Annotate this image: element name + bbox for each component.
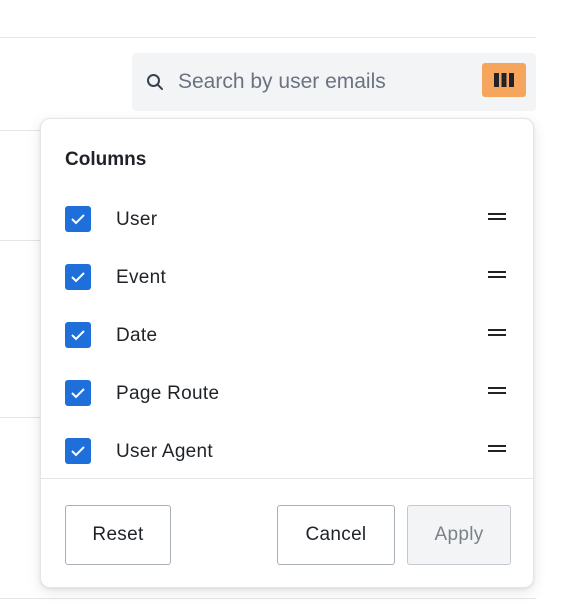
apply-button[interactable]: Apply [407, 505, 511, 565]
check-icon [71, 388, 85, 399]
column-item-user-agent: User Agent [41, 434, 535, 474]
table-row-divider [0, 130, 40, 131]
page: Columns User Event Date [0, 0, 566, 604]
table-row-divider [0, 240, 40, 241]
cancel-button[interactable]: Cancel [277, 505, 395, 565]
search-icon [147, 74, 163, 90]
table-row-divider [0, 417, 40, 418]
reset-button[interactable]: Reset [65, 505, 171, 565]
column-label: Event [116, 267, 167, 288]
column-checkbox-event[interactable] [65, 264, 91, 290]
search-bar [132, 53, 536, 111]
columns-toggle-button[interactable] [482, 63, 526, 97]
column-label: User Agent [116, 441, 213, 462]
check-icon [71, 214, 85, 225]
column-label: Page Route [116, 383, 220, 404]
columns-popover: Columns User Event Date Page Route User … [40, 118, 534, 588]
column-checkbox-user-agent[interactable] [65, 438, 91, 464]
column-label: Date [116, 325, 158, 346]
column-item-date: Date [41, 318, 535, 358]
check-icon [71, 330, 85, 341]
table-divider [0, 37, 536, 38]
drag-handle-icon[interactable] [488, 270, 506, 280]
column-checkbox-page-route[interactable] [65, 380, 91, 406]
drag-handle-icon[interactable] [488, 444, 506, 454]
check-icon [71, 446, 85, 457]
column-item-page-route: Page Route [41, 376, 535, 416]
table-divider [0, 598, 536, 599]
column-label: User [116, 209, 158, 230]
search-input[interactable] [178, 53, 478, 111]
drag-handle-icon[interactable] [488, 386, 506, 396]
columns-icon [494, 73, 514, 87]
column-checkbox-date[interactable] [65, 322, 91, 348]
drag-handle-icon[interactable] [488, 328, 506, 338]
column-item-user: User [41, 202, 535, 242]
column-item-event: Event [41, 260, 535, 300]
check-icon [71, 272, 85, 283]
popover-title: Columns [65, 149, 147, 170]
column-checkbox-user[interactable] [65, 206, 91, 232]
popover-footer-divider [41, 478, 533, 479]
drag-handle-icon[interactable] [488, 212, 506, 222]
